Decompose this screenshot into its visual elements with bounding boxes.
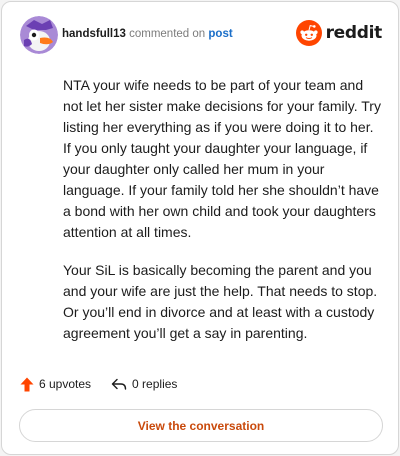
reply-button[interactable]: 0 replies [111, 377, 177, 391]
post-link[interactable]: post [208, 28, 232, 40]
upvotes-count: 6 upvotes [39, 377, 92, 391]
comment-body: NTA your wife needs to be part of your t… [63, 75, 383, 361]
username-link[interactable]: handsfull13 [62, 28, 126, 40]
upvote-button[interactable]: 6 upvotes [20, 377, 91, 392]
byline-action-text: commented on [129, 28, 206, 40]
duck-avatar-icon[interactable] [20, 16, 58, 54]
upvote-arrow-icon [20, 377, 34, 391]
reddit-wordmark: reddit [325, 23, 383, 43]
comment-header: handsfull13 commented on post reddit [20, 16, 382, 56]
view-conversation-button[interactable]: View the conversation [19, 409, 383, 442]
comment-byline: handsfull13 commented on post [62, 28, 233, 40]
reddit-snoo-icon [295, 20, 322, 46]
reddit-logo[interactable]: reddit [295, 20, 383, 46]
reply-arrow-icon [111, 378, 127, 390]
comment-paragraph: NTA your wife needs to be part of your t… [63, 77, 381, 240]
comment-embed-card: handsfull13 commented on post reddit NTA… [1, 1, 399, 455]
replies-count: 0 replies [132, 377, 178, 391]
comment-actions: 6 upvotes 0 replies [20, 374, 197, 394]
comment-paragraph: Your SiL is basically becoming the paren… [63, 262, 378, 341]
